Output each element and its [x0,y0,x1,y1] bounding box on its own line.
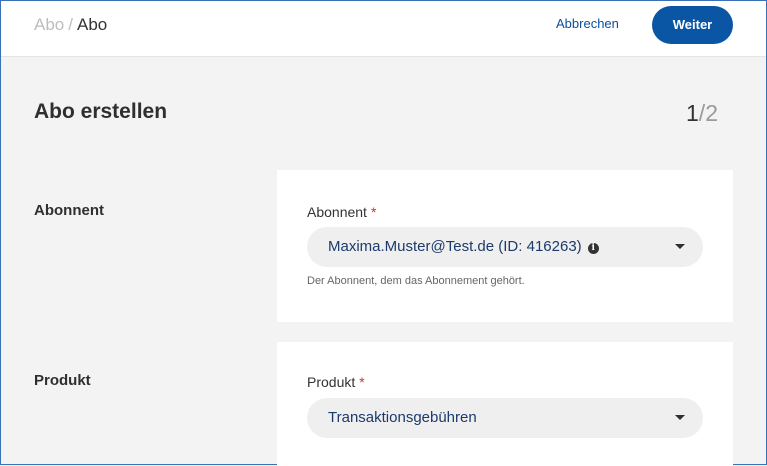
subscriber-select[interactable]: Maxima.Muster@Test.de (ID: 416263) i [307,227,703,267]
chevron-down-icon [675,415,685,420]
step-current: 1 [686,100,699,126]
next-button[interactable]: Weiter [652,6,733,44]
top-bar: Abo / Abo Abbrechen Weiter [1,1,766,57]
subscriber-select-value: Maxima.Muster@Test.de (ID: 416263) i [328,238,599,255]
chevron-down-icon [675,244,685,249]
required-marker: * [359,374,365,390]
section-label-product: Produkt [34,372,91,389]
subscriber-help-text: Der Abonnent, dem das Abonnement gehört. [307,275,525,287]
breadcrumb: Abo / Abo [34,15,107,35]
product-select-value: Transaktionsgebühren [328,409,477,426]
product-card: Produkt * Transaktionsgebühren [277,342,733,466]
step-indicator: 1/2 [686,100,718,127]
product-select[interactable]: Transaktionsgebühren [307,398,703,438]
section-label-subscriber: Abonnent [34,202,104,219]
breadcrumb-separator: / [68,15,73,34]
product-field-label-text: Produkt [307,374,356,390]
step-total: 2 [705,100,718,126]
info-icon[interactable]: i [587,243,599,254]
breadcrumb-parent[interactable]: Abo [34,15,64,34]
product-field-label: Produkt * [307,374,365,390]
subscriber-field-label: Abonnent * [307,204,376,220]
subscriber-field-label-text: Abonnent [307,204,367,220]
subscriber-value-text: Maxima.Muster@Test.de (ID: 416263) [328,238,582,255]
cancel-button[interactable]: Abbrechen [556,16,619,31]
subscriber-card: Abonnent * Maxima.Muster@Test.de (ID: 416… [277,170,733,322]
breadcrumb-current: Abo [76,15,108,34]
required-marker: * [370,204,377,220]
page-title: Abo erstellen [34,100,168,123]
